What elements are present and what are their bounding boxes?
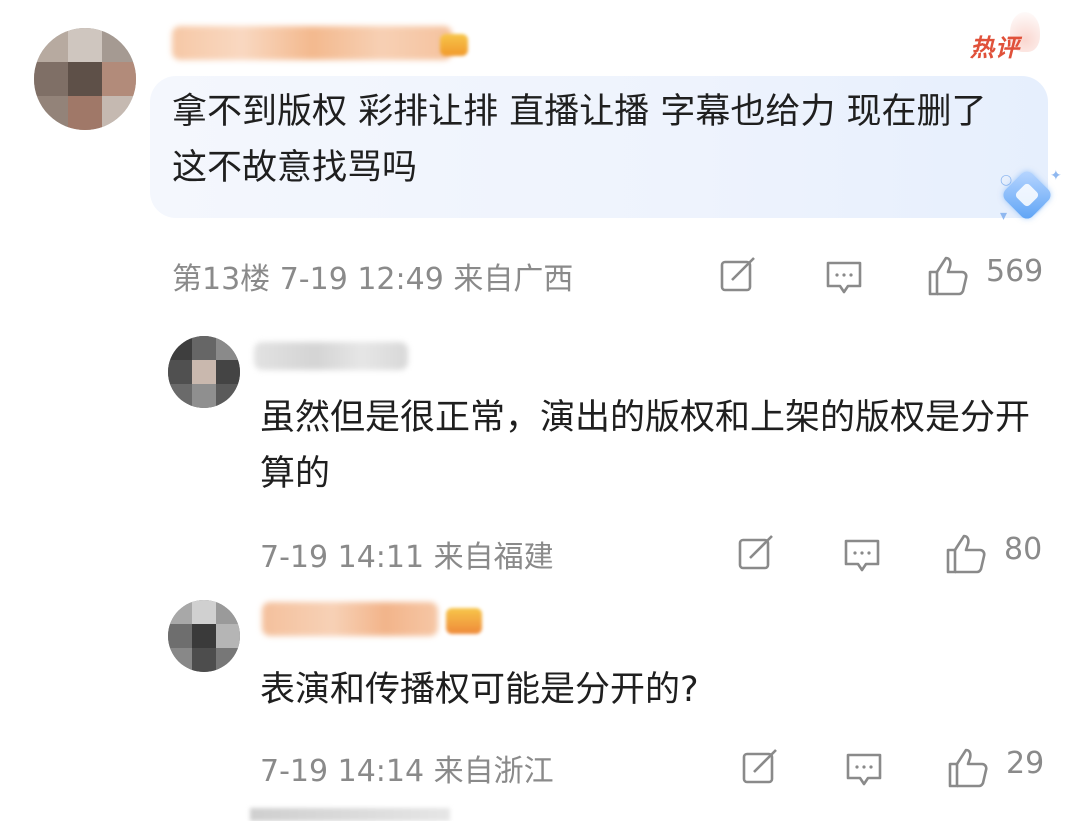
hot-review-tag: 热评 bbox=[970, 34, 1020, 62]
comment-meta: 第13楼 7-19 12:49 来自广西 bbox=[172, 262, 574, 297]
comment-text: 表演和传播权可能是分开的? bbox=[260, 670, 699, 710]
like-count: 80 bbox=[1004, 532, 1043, 567]
sparkle-icon: ▾ bbox=[1000, 208, 1008, 224]
avatar[interactable] bbox=[34, 28, 136, 130]
comment-meta: 7-19 14:11 来自福建 bbox=[260, 540, 554, 575]
edit-icon[interactable] bbox=[736, 534, 776, 574]
edit-icon[interactable] bbox=[740, 748, 780, 788]
username-blurred[interactable] bbox=[254, 342, 408, 370]
username-blurred[interactable] bbox=[262, 602, 438, 636]
like-count: 569 bbox=[986, 254, 1044, 289]
comment-text: 拿不到版权 彩排让排 直播让播 字幕也给力 现在删了 这不故意找骂吗 bbox=[172, 92, 987, 188]
comment-icon[interactable] bbox=[824, 258, 864, 298]
avatar[interactable] bbox=[168, 600, 240, 672]
sparkle-icon: ✦ bbox=[1050, 168, 1062, 184]
like-count: 29 bbox=[1006, 746, 1045, 781]
like-icon[interactable] bbox=[944, 532, 988, 576]
next-comment-cutoff bbox=[250, 808, 450, 821]
comment-text: 虽然但是很正常，演出的版权和上架的版权是分开算的 bbox=[260, 398, 1031, 494]
like-icon[interactable] bbox=[926, 254, 970, 298]
comment-icon[interactable] bbox=[844, 750, 884, 790]
avatar[interactable] bbox=[168, 336, 240, 408]
edit-icon[interactable] bbox=[718, 256, 758, 296]
comment-icon[interactable] bbox=[842, 536, 882, 576]
username-blurred[interactable] bbox=[172, 26, 452, 60]
like-icon[interactable] bbox=[946, 746, 990, 790]
comment-meta: 7-19 14:14 来自浙江 bbox=[260, 754, 554, 789]
vip-badge-icon bbox=[440, 34, 468, 56]
vip-badge-icon bbox=[446, 608, 482, 634]
